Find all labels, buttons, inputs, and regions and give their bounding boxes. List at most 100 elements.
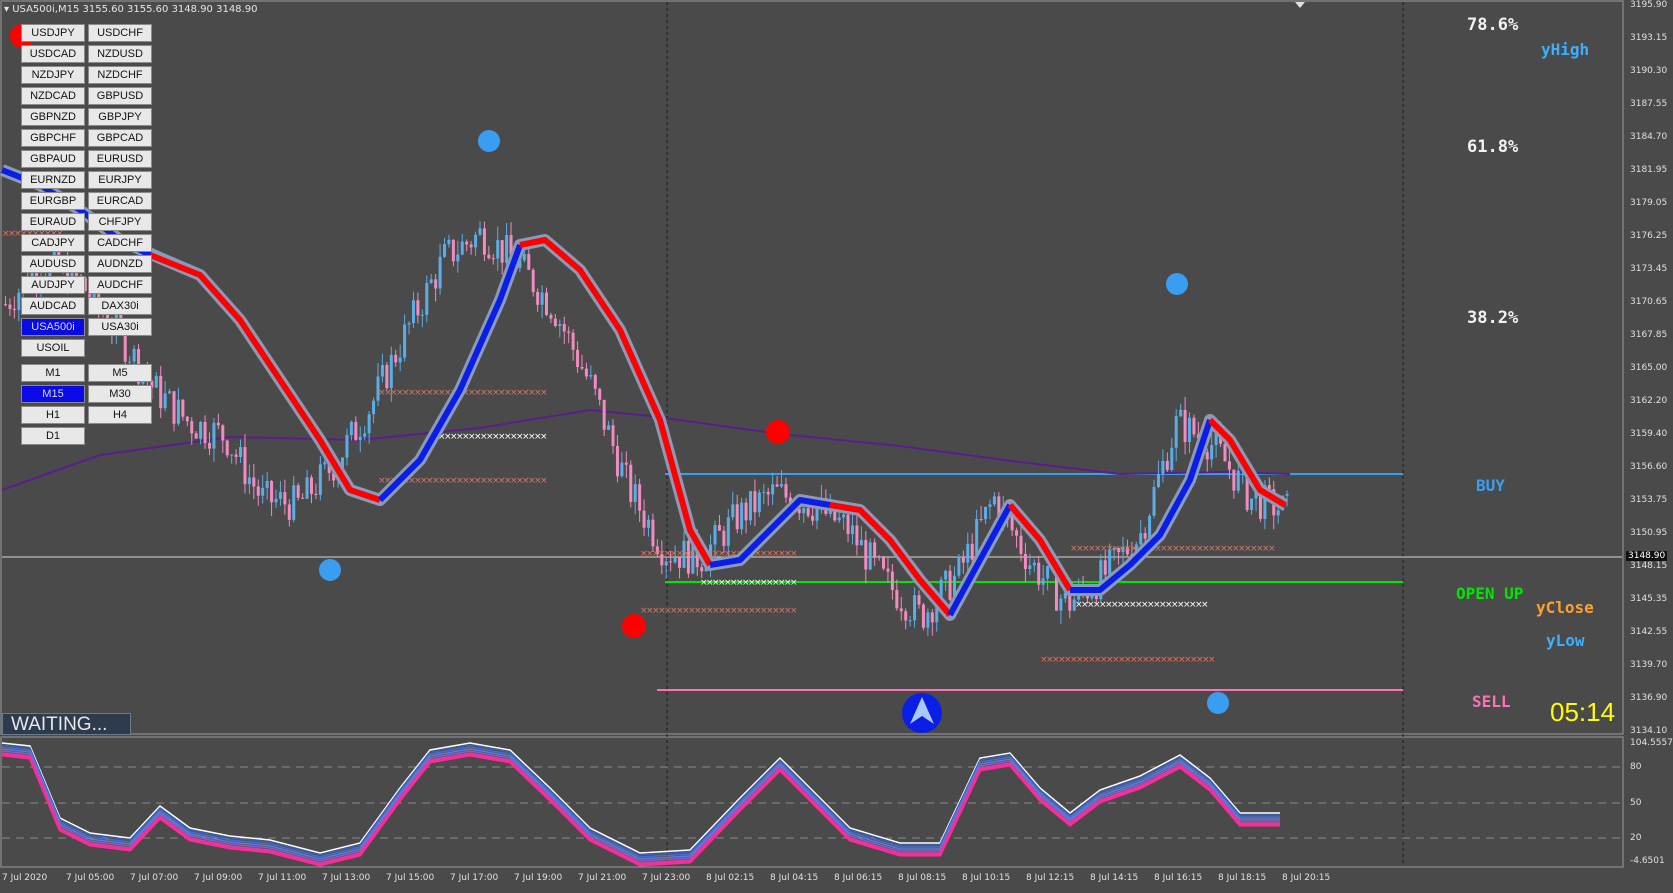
symbol-button-audchf[interactable]: AUDCHF (88, 276, 152, 294)
symbol-button-gbpcad[interactable]: GBPCAD (88, 129, 152, 147)
symbol-button-gbpusd[interactable]: GBPUSD (88, 87, 152, 105)
price-tick-label: 3167.85 (1630, 330, 1668, 340)
price-tick-label: 3195.90 (1630, 0, 1668, 10)
candle-body (1179, 409, 1183, 417)
symbol-button-usa30i[interactable]: USA30i (88, 318, 152, 336)
symbol-button-eurnzd[interactable]: EURNZD (21, 171, 85, 189)
symbol-button-usdchf[interactable]: USDCHF (88, 24, 152, 42)
symbol-button-gbpaud[interactable]: GBPAUD (21, 150, 85, 168)
candle-body (301, 497, 305, 499)
price-tick-label: 3190.30 (1630, 66, 1668, 76)
candle-body (638, 484, 642, 511)
symbol-button-audnzd[interactable]: AUDNZD (88, 255, 152, 273)
symbol-button-cadjpy[interactable]: CADJPY (21, 234, 85, 252)
candle-body (256, 486, 260, 496)
cross-mark: × (1208, 655, 1216, 665)
price-tick-label: 3187.55 (1630, 99, 1668, 109)
timeframe-button-m5[interactable]: M5 (88, 364, 152, 382)
symbol-button-gbpchf[interactable]: GBPCHF (21, 129, 85, 147)
symbol-button-usdcad[interactable]: USDCAD (21, 45, 85, 63)
candle-body (913, 595, 917, 621)
current-price-marker: 3148.90 (1626, 551, 1668, 561)
symbol-button-audcad[interactable]: AUDCAD (21, 297, 85, 315)
timeframe-button-d1[interactable]: D1 (21, 427, 85, 445)
symbol-button-eurusd[interactable]: EURUSD (88, 150, 152, 168)
candle-body (296, 485, 300, 498)
symbol-button-eurcad[interactable]: EURCAD (88, 192, 152, 210)
price-tick-label: 3162.20 (1630, 396, 1668, 406)
chart-shift-arrow-icon[interactable] (1295, 2, 1305, 8)
symbol-button-eurgbp[interactable]: EURGBP (21, 192, 85, 210)
candle-body (1156, 473, 1160, 487)
timeframe-button-h4[interactable]: H4 (88, 406, 152, 424)
candle-body (815, 507, 819, 521)
candle-body (549, 314, 553, 319)
candle-body (864, 540, 868, 570)
candle-body (1037, 562, 1041, 585)
timeframe-button-m1[interactable]: M1 (21, 364, 85, 382)
time-tick-label: 7 Jul 05:00 (66, 873, 115, 883)
candle-body (850, 525, 854, 535)
candle-body (908, 620, 912, 622)
symbol-button-chfjpy[interactable]: CHFJPY (88, 213, 152, 231)
oscillator-tick-label: 50 (1630, 798, 1642, 808)
symbol-button-nzdcad[interactable]: NZDCAD (21, 87, 85, 105)
cross-mark: × (540, 432, 548, 442)
candle-body (713, 524, 717, 545)
chevron-down-icon[interactable]: ▾ (4, 4, 9, 15)
candle-body (775, 484, 779, 487)
symbol-button-gbpnzd[interactable]: GBPNZD (21, 108, 85, 126)
candle-body (540, 292, 544, 305)
timeframe-button-m15[interactable]: M15 (21, 385, 85, 403)
symbol-button-eurjpy[interactable]: EURJPY (88, 171, 152, 189)
price-tick-label: 3193.15 (1630, 33, 1668, 43)
candle-body (744, 502, 748, 521)
symbol-button-gbpjpy[interactable]: GBPJPY (88, 108, 152, 126)
symbol-button-usdjpy[interactable]: USDJPY (21, 24, 85, 42)
candle-body (731, 504, 735, 518)
symbol-button-nzdusd[interactable]: NZDUSD (88, 45, 152, 63)
candle-body (159, 375, 163, 409)
candle-body (207, 443, 211, 449)
symbol-button-euraud[interactable]: EURAUD (21, 213, 85, 231)
candle-body (221, 425, 225, 441)
symbol-button-audjpy[interactable]: AUDJPY (21, 276, 85, 294)
time-tick-label: 7 Jul 2020 (2, 873, 48, 883)
time-tick-label: 7 Jul 19:00 (514, 873, 563, 883)
candle-body (1015, 530, 1019, 536)
candle-body (411, 300, 415, 324)
symbol-button-nzdchf[interactable]: NZDCHF (88, 66, 152, 84)
time-tick-label: 8 Jul 18:15 (1218, 873, 1267, 883)
candle-body (163, 393, 167, 409)
candle-body (1250, 498, 1254, 510)
candle-body (593, 375, 597, 389)
symbol-button-audusd[interactable]: AUDUSD (21, 255, 85, 273)
symbol-button-nzdjpy[interactable]: NZDJPY (21, 66, 85, 84)
candle-body (447, 239, 451, 245)
price-tick-label: 3181.95 (1630, 165, 1668, 175)
candle-body (438, 256, 442, 289)
time-tick-label: 7 Jul 07:00 (130, 873, 179, 883)
time-tick-label: 8 Jul 16:15 (1154, 873, 1203, 883)
symbol-button-usa500i[interactable]: USA500i (21, 318, 85, 336)
candle-body (1165, 460, 1169, 471)
candle-body (1148, 515, 1152, 539)
price-chart[interactable]: ××××××××××××××××××××××××××××××××××××××××… (0, 0, 1673, 893)
candle-body (602, 399, 606, 430)
candle-body (921, 604, 925, 628)
candle-body (363, 433, 367, 437)
candle-body (1143, 533, 1147, 539)
symbol-button-dax30i[interactable]: DAX30i (88, 297, 152, 315)
time-tick-label: 8 Jul 06:15 (834, 873, 883, 883)
timeframe-button-h1[interactable]: H1 (21, 406, 85, 424)
candle-body (855, 525, 859, 546)
timeframe-button-m30[interactable]: M30 (88, 385, 152, 403)
candle-body (598, 388, 602, 400)
candle-body (1236, 470, 1240, 491)
symbol-button-cadchf[interactable]: CADCHF (88, 234, 152, 252)
symbol-button-usoil[interactable]: USOIL (21, 339, 85, 357)
candle-body (420, 314, 424, 316)
candle-body (948, 570, 952, 600)
candle-body (633, 484, 637, 502)
open-up-label: OPEN UP (1456, 584, 1524, 603)
